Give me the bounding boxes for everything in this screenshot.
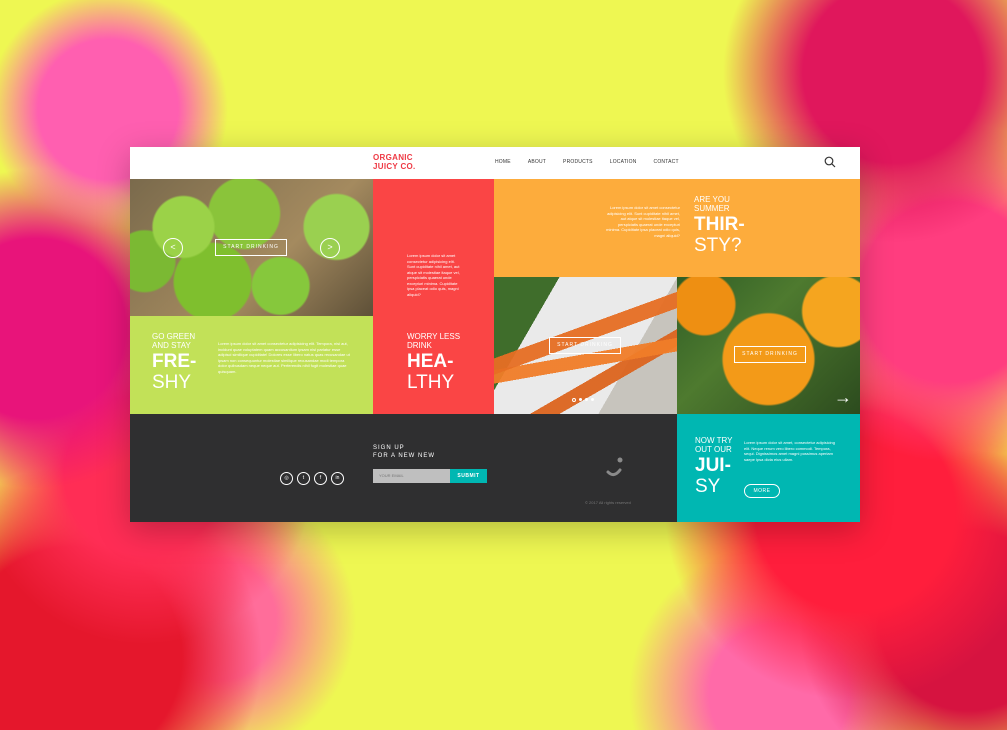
juicy-heading: NOW TRY OUT OUR JUI- SY — [695, 436, 733, 497]
facebook-icon[interactable]: f — [314, 472, 327, 485]
healthy-text: Lorem ipsum dolor sit amet consectetur a… — [407, 253, 460, 297]
more-button[interactable]: MORE — [744, 484, 780, 498]
juicy-text: Lorem ipsum dolor sit amet, consectetur … — [744, 440, 835, 462]
website-mockup: ORGANIC JUICY CO. HOME ABOUT PRODUCTS LO… — [130, 147, 860, 522]
copyright-text: © 2017 All rights reserved — [585, 500, 631, 505]
arrow-right-icon[interactable]: → — [834, 388, 852, 406]
slider-dot[interactable] — [585, 398, 588, 401]
go-green-text: Lorem ipsum dolor sit amet consectetur a… — [218, 341, 350, 374]
thirsty-text: Lorem ipsum dolor sit amet consectetur a… — [606, 205, 680, 238]
slider-dot[interactable] — [579, 398, 582, 401]
go-green-heading: GO GREEN AND STAY FRE- SHY — [152, 332, 197, 393]
slider-prev-button[interactable]: < — [163, 238, 183, 258]
healthy-heading: WORRY LESS DRINK HEA- LTHY — [407, 332, 461, 393]
apples-hero-image: < START DRINKING > — [130, 179, 373, 316]
twitter-icon[interactable]: t — [297, 472, 310, 485]
slider-next-button[interactable]: > — [320, 238, 340, 258]
nav-item-home[interactable]: HOME — [495, 159, 511, 165]
healthy-panel: Lorem ipsum dolor sit amet consectetur a… — [373, 179, 494, 414]
slider-dots[interactable] — [572, 398, 594, 402]
submit-button[interactable]: SUBMIT — [450, 469, 487, 483]
nav-item-contact[interactable]: CONTACT — [654, 159, 679, 165]
instagram-icon[interactable]: ◎ — [280, 472, 293, 485]
thirsty-heading: ARE YOU SUMMER THIR- STY? — [694, 195, 745, 256]
email-input[interactable]: YOUR EMAIL — [373, 469, 450, 483]
nav-item-products[interactable]: PRODUCTS — [563, 159, 593, 165]
slider-dot[interactable] — [591, 398, 594, 401]
search-icon[interactable] — [824, 156, 836, 168]
juicy-panel: NOW TRY OUT OUR JUI- SY Lorem ipsum dolo… — [677, 414, 860, 522]
brand-mark-icon — [606, 457, 623, 477]
carrots-image: START DRINKING — [494, 277, 677, 414]
nav-item-location[interactable]: LOCATION — [610, 159, 637, 165]
linkedin-icon[interactable]: in — [331, 472, 344, 485]
brand-logo[interactable]: ORGANIC JUICY CO. — [373, 153, 416, 171]
social-links: ◎ t f in — [280, 472, 344, 485]
signup-heading: SIGN UP FOR A NEW NEW — [373, 445, 436, 459]
start-drinking-button[interactable]: START DRINKING — [215, 239, 287, 256]
start-drinking-button[interactable]: START DRINKING — [549, 337, 621, 354]
thirsty-panel: Lorem ipsum dolor sit amet consectetur a… — [494, 179, 860, 277]
main-menu: HOME ABOUT PRODUCTS LOCATION CONTACT — [495, 159, 696, 165]
top-navigation: ORGANIC JUICY CO. HOME ABOUT PRODUCTS LO… — [130, 147, 860, 179]
slider-dot[interactable] — [572, 398, 576, 402]
footer-panel: ◎ t f in SIGN UP FOR A NEW NEW YOUR EMAI… — [130, 414, 677, 522]
nav-item-about[interactable]: ABOUT — [528, 159, 546, 165]
oranges-image: START DRINKING → — [677, 277, 860, 414]
start-drinking-button[interactable]: START DRINKING — [734, 346, 806, 363]
go-green-panel: GO GREEN AND STAY FRE- SHY Lorem ipsum d… — [130, 316, 373, 414]
